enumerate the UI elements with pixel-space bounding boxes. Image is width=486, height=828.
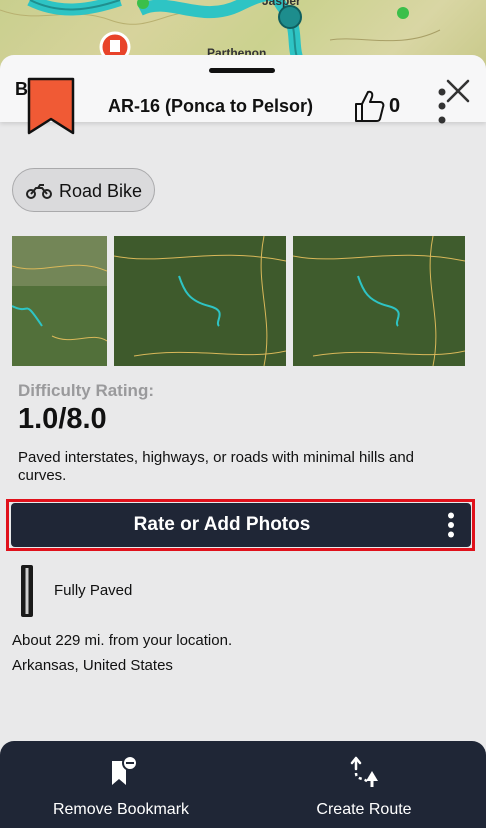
more-options-icon[interactable]	[447, 512, 455, 538]
sheet-grabber[interactable]	[209, 68, 275, 73]
bottom-action-bar: Remove Bookmark Create Route	[0, 741, 486, 828]
create-route-icon	[350, 756, 378, 787]
like-count: 0	[389, 95, 401, 117]
create-route-label: Create Route	[316, 801, 412, 818]
route-photo[interactable]	[293, 236, 465, 366]
map-town-label: Jasper	[262, 0, 301, 8]
difficulty-description: Paved interstates, highways, or roads wi…	[18, 449, 415, 484]
route-title: AR-16 (Ponca to Pelsor)	[108, 96, 314, 116]
vehicle-type-label: Road Bike	[59, 181, 143, 201]
motorcycle-icon	[26, 184, 52, 199]
surface-label: Fully Paved	[54, 582, 133, 599]
route-photo[interactable]	[12, 236, 107, 366]
remove-bookmark-button[interactable]: Remove Bookmark	[21, 741, 221, 828]
bookmark-icon[interactable]	[27, 77, 75, 135]
remove-bookmark-icon	[112, 755, 138, 785]
rate-or-add-photos-button[interactable]: Rate or Add Photos	[11, 503, 471, 547]
distance-text: About 229 mi. from your location.	[12, 632, 233, 649]
create-route-button[interactable]: Create Route	[264, 741, 464, 828]
difficulty-label: Difficulty Rating:	[18, 381, 154, 400]
vehicle-type-tag: Road Bike	[12, 168, 155, 212]
more-options-icon[interactable]	[434, 87, 450, 125]
paved-road-icon	[21, 565, 33, 617]
remove-bookmark-label: Remove Bookmark	[52, 801, 190, 818]
difficulty-value: 1.0/8.0	[18, 403, 107, 435]
route-photo[interactable]	[114, 236, 286, 366]
thumbs-up-icon[interactable]	[353, 88, 385, 124]
rate-or-add-photos-label: Rate or Add Photos	[133, 514, 311, 535]
location-text: Arkansas, United States	[12, 657, 173, 674]
